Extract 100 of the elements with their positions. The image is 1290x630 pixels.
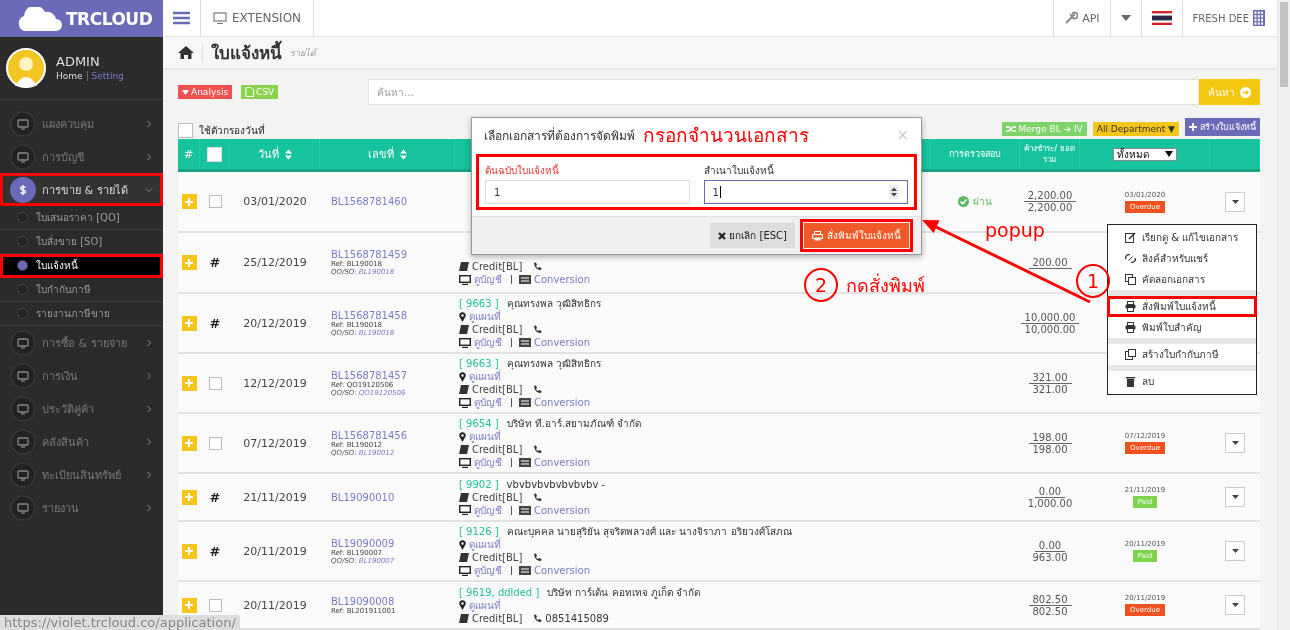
search-field[interactable]: ค้นหา... [368, 79, 1199, 105]
sidebar-item[interactable]: การบัญชี [0, 140, 163, 173]
monitor-icon [17, 435, 29, 448]
submenu-item[interactable]: ใบกำกับภาษี [0, 278, 163, 302]
document-link[interactable]: BL19090010 [331, 491, 395, 503]
actions-dropdown-button[interactable] [1225, 541, 1245, 561]
add-button[interactable] [181, 597, 197, 613]
flag-icon[interactable] [1151, 11, 1172, 25]
row-checkbox[interactable] [208, 376, 222, 390]
sidebar-item[interactable]: ทะเบียนสินทรัพย์ [0, 458, 163, 491]
add-button[interactable] [181, 375, 197, 391]
account-link[interactable]: ดูบัญชี [474, 455, 502, 470]
grid-icon[interactable] [1253, 10, 1265, 26]
sidebar-item[interactable]: แผงควบคุม [0, 107, 163, 140]
print-button[interactable]: สั่งพิมพ์ใบแจ้งหนี้ [804, 223, 909, 248]
sort-icon[interactable] [399, 148, 407, 160]
document-link[interactable]: BL1568781458 [331, 309, 408, 321]
menu-item[interactable]: ลิงค์สำหรับแชร์ [1107, 248, 1257, 269]
scrollbar[interactable] [1277, 0, 1290, 630]
number-field[interactable]: 1 [703, 180, 908, 204]
sidebar-item[interactable]: คลังสินค้า [0, 425, 163, 458]
account-link[interactable]: ดูบัญชี [474, 272, 502, 287]
sidebar-item[interactable]: การขาย & รายได้ [0, 173, 163, 206]
sidebar-item[interactable]: ประวัติคู่ค้า [0, 392, 163, 425]
sort-icon[interactable] [284, 148, 292, 160]
column-header[interactable]: เลขที่ [367, 145, 394, 163]
map-link[interactable]: ดูแผนที่ [469, 429, 501, 444]
actions-dropdown-button[interactable] [1225, 433, 1245, 453]
add-button[interactable] [181, 194, 197, 209]
step-number: 1 [1076, 264, 1110, 298]
conversion-link[interactable]: Conversion [534, 337, 591, 348]
document-link[interactable]: BL1568781456 [331, 429, 408, 441]
plus-icon [185, 547, 193, 555]
conversion-link[interactable]: Conversion [534, 397, 591, 408]
account-link[interactable]: ดูบัญชี [474, 502, 502, 518]
department-dropdown[interactable]: All Department ▼ [1092, 122, 1179, 136]
actions-dropdown-button[interactable] [1225, 595, 1245, 615]
add-button[interactable] [181, 435, 197, 451]
submenu-item[interactable]: รายงานภาษีขาย [0, 302, 163, 326]
document-link[interactable]: BL1568781460 [331, 196, 408, 207]
column-header: # [178, 139, 200, 169]
monitor-icon [459, 397, 471, 408]
menu-item[interactable]: สั่งพิมพ์ใบแจ้งหนี้ [1107, 296, 1257, 317]
menu-item[interactable]: พิมพ์ใบสำคัญ [1107, 317, 1257, 338]
document-link[interactable]: BL1568781459 [331, 249, 408, 260]
map-link[interactable]: ดูแผนที่ [469, 597, 501, 613]
setting-link[interactable]: Setting [91, 71, 124, 81]
number-field[interactable]: 1 [485, 180, 690, 204]
credit-text: Credit[BL] [472, 444, 523, 455]
conversion-link[interactable]: Conversion [534, 504, 591, 516]
list-icon [519, 566, 531, 575]
menu-item[interactable]: สร้างใบกำกับภาษี [1107, 344, 1257, 365]
monitor-icon [17, 501, 29, 514]
conversion-link[interactable]: Conversion [534, 457, 591, 468]
menu-icon[interactable] [173, 11, 190, 25]
actions-dropdown-button[interactable] [1225, 191, 1245, 212]
date-filter-checkbox[interactable] [178, 123, 193, 138]
account-link[interactable]: ดูบัญชี [474, 563, 502, 578]
cancel-button[interactable]: ยกเลิก [ESC] [710, 223, 795, 248]
conversion-link[interactable]: Conversion [534, 565, 591, 576]
sidebar-item[interactable]: การเงิน [0, 359, 163, 392]
home-link[interactable]: Home [56, 71, 88, 81]
add-button[interactable] [181, 543, 197, 559]
document-link[interactable]: BL19090009 [331, 537, 395, 549]
column-header[interactable]: วันที่ [257, 145, 279, 163]
submenu-item[interactable]: ใบเสนอราคา [QO] [0, 206, 163, 230]
map-link[interactable]: ดูแผนที่ [469, 369, 501, 384]
submenu-item[interactable]: ใบแจ้งหนี้ [0, 254, 163, 278]
select-all-checkbox[interactable] [207, 146, 222, 162]
menu-item[interactable]: เรียกดู & แก้ไขเอกสาร [1107, 227, 1257, 248]
row-checkbox[interactable] [208, 195, 222, 208]
document-link[interactable]: BL19090008 [331, 595, 395, 607]
status-filter-select[interactable]: ทั้งหมด [1112, 147, 1177, 161]
sidebar-item[interactable]: การซื้อ & รายจ่าย [0, 326, 163, 359]
account-link[interactable]: ดูบัญชี [474, 395, 502, 410]
caret-icon[interactable] [1120, 15, 1131, 21]
row-checkbox[interactable] [208, 598, 222, 612]
menu-item[interactable]: ลบ [1107, 371, 1257, 392]
api-button[interactable]: API [1053, 0, 1110, 37]
avatar-icon [6, 47, 46, 88]
spinner-arrows-icon[interactable] [889, 185, 899, 199]
row-checkbox[interactable] [208, 436, 222, 450]
user-name: ADMIN [56, 54, 101, 69]
account-link[interactable]: ดูบัญชี [474, 335, 502, 350]
map-link[interactable]: ดูแผนที่ [469, 309, 501, 324]
create-button[interactable]: สร้างใบแจ้งหนี้ [1185, 118, 1260, 136]
conversion-link[interactable]: Conversion [534, 274, 591, 285]
add-button[interactable] [181, 315, 197, 331]
extension-button[interactable]: EXTENSION [201, 0, 315, 37]
map-link[interactable]: ดูแผนที่ [469, 537, 501, 552]
home-icon[interactable] [178, 46, 194, 59]
analysis-button[interactable]: Analysis [178, 85, 233, 99]
document-link[interactable]: BL1568781457 [331, 369, 408, 381]
outstanding-amount: 0.00 [1034, 539, 1066, 552]
add-button[interactable] [181, 255, 197, 270]
sidebar-item[interactable]: รายงาน [0, 491, 163, 524]
actions-dropdown-button[interactable] [1225, 487, 1245, 507]
add-button[interactable] [181, 489, 197, 505]
menu-item[interactable]: คัดลอกเอกสาร [1107, 269, 1257, 290]
customer-name: บริษัท ที.อาร์.สยามภัณฑ์ จำกัด [506, 417, 642, 431]
